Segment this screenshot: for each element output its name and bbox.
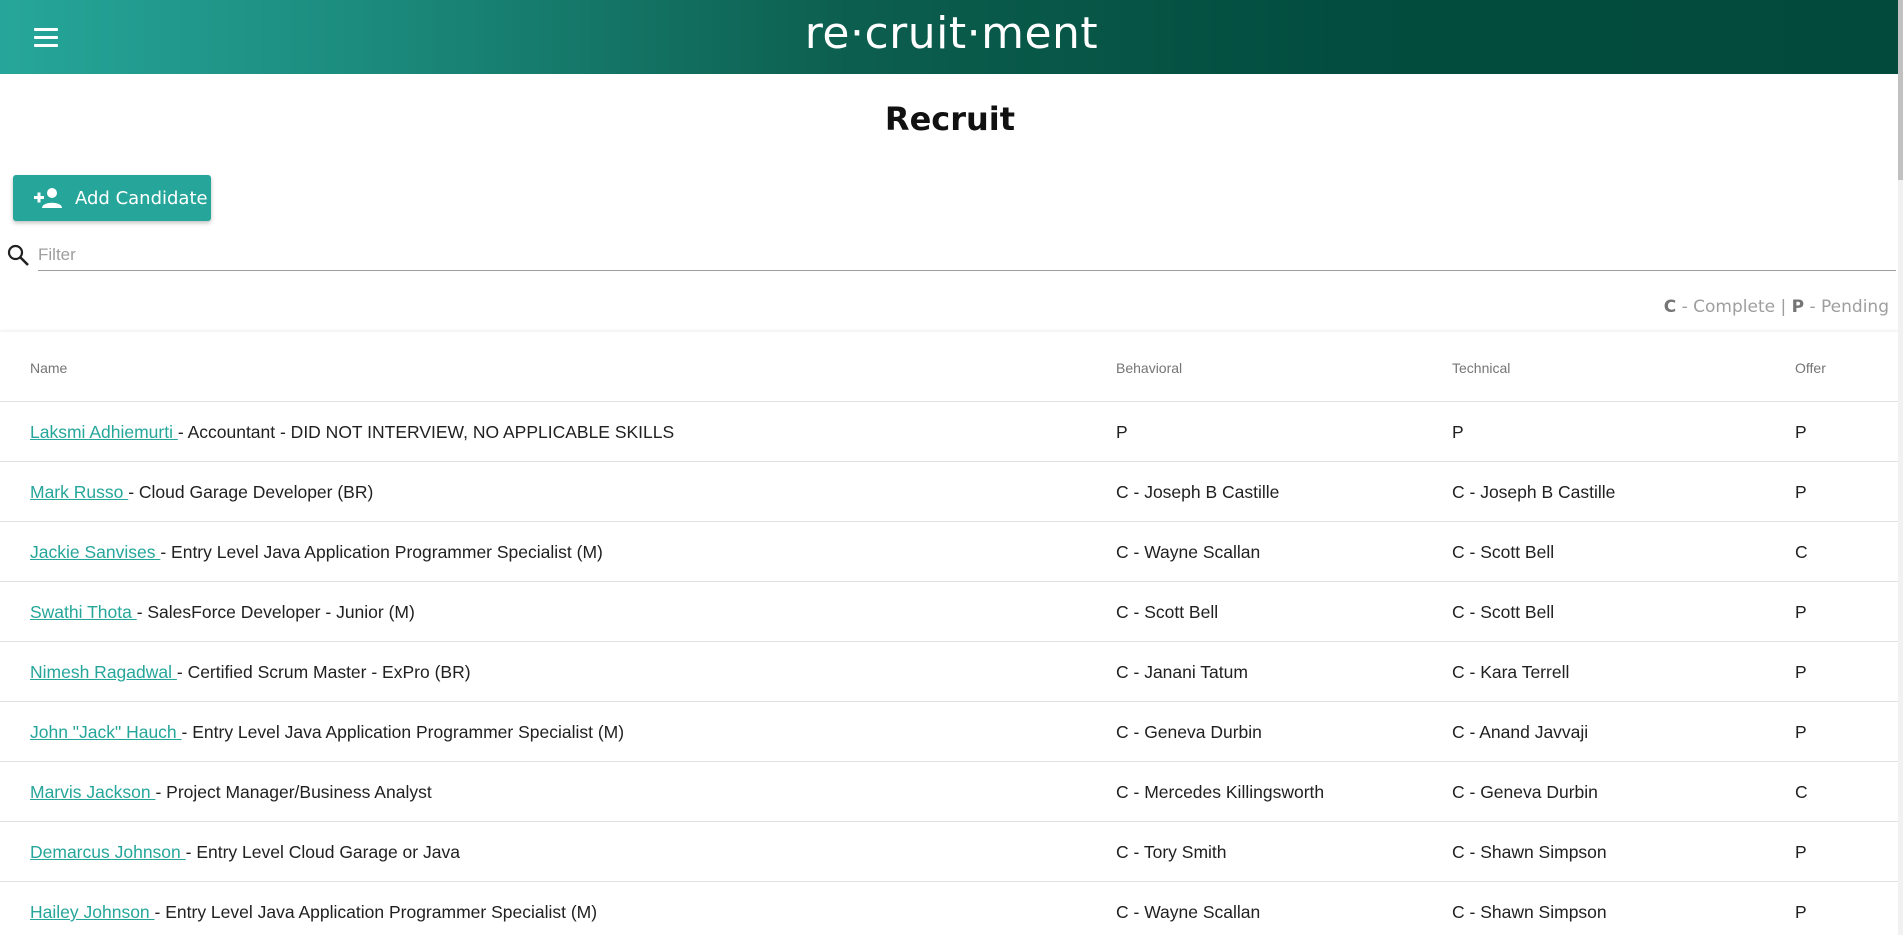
cell-behavioral: C - Scott Bell	[1116, 602, 1219, 622]
cell-technical: C - Shawn Simpson	[1452, 902, 1607, 922]
search-icon	[7, 244, 29, 266]
cell-offer: P	[1795, 722, 1807, 742]
legend-complete-key: C	[1663, 297, 1677, 317]
cell-behavioral: C - Janani Tatum	[1116, 662, 1248, 682]
add-candidate-label: Add Candidate	[75, 187, 208, 209]
candidate-role: - Certified Scrum Master - ExPro (BR)	[176, 662, 471, 682]
page-scrollbar[interactable]	[1898, 0, 1903, 935]
table-row: Marvis Jackson - Project Manager/Busines…	[0, 762, 1898, 822]
cell-name: Hailey Johnson - Entry Level Java Applic…	[30, 902, 597, 923]
cell-offer: P	[1795, 482, 1807, 502]
table-header: Name Behavioral Technical Offer	[0, 332, 1898, 402]
cell-technical: C - Joseph B Castille	[1452, 482, 1616, 502]
candidate-role: - Entry Level Cloud Garage or Java	[185, 842, 460, 862]
cell-behavioral: C - Geneva Durbin	[1116, 722, 1262, 742]
candidate-name-link[interactable]: Mark Russo	[30, 482, 128, 502]
table-row: Demarcus Johnson - Entry Level Cloud Gar…	[0, 822, 1898, 882]
cell-technical: C - Shawn Simpson	[1452, 842, 1607, 862]
candidate-role: - SalesForce Developer - Junior (M)	[136, 602, 415, 622]
cell-technical: C - Kara Terrell	[1452, 662, 1570, 682]
table-row: Nimesh Ragadwal - Certified Scrum Master…	[0, 642, 1898, 702]
cell-offer: P	[1795, 902, 1807, 922]
cell-behavioral: C - Mercedes Killingsworth	[1116, 782, 1325, 802]
cell-offer: C	[1795, 542, 1808, 562]
candidate-name-link[interactable]: Nimesh Ragadwal	[30, 662, 177, 682]
candidate-role: - Entry Level Java Application Programme…	[181, 722, 625, 742]
cell-offer: P	[1795, 662, 1807, 682]
cell-name: Jackie Sanvises - Entry Level Java Appli…	[30, 542, 603, 563]
filter-input[interactable]	[38, 240, 1896, 271]
cell-behavioral: P	[1116, 422, 1128, 442]
column-header-technical[interactable]: Technical	[1452, 360, 1510, 376]
cell-name: Demarcus Johnson - Entry Level Cloud Gar…	[30, 842, 460, 863]
candidate-role: - Entry Level Java Application Programme…	[160, 542, 603, 562]
candidate-role: - Project Manager/Business Analyst	[155, 782, 432, 802]
cell-behavioral: C - Wayne Scallan	[1116, 902, 1261, 922]
cell-name: Marvis Jackson - Project Manager/Busines…	[30, 782, 432, 803]
legend-separator: |	[1775, 297, 1792, 317]
candidate-name-link[interactable]: John "Jack" Hauch	[30, 722, 182, 742]
candidate-name-link[interactable]: Swathi Thota	[30, 602, 137, 622]
table-row: Jackie Sanvises - Entry Level Java Appli…	[0, 522, 1898, 582]
candidate-name-link[interactable]: Hailey Johnson	[30, 902, 155, 922]
cell-behavioral: C - Joseph B Castille	[1116, 482, 1280, 502]
cell-offer: C	[1795, 782, 1808, 802]
column-header-name[interactable]: Name	[30, 360, 67, 376]
column-header-behavioral[interactable]: Behavioral	[1116, 360, 1182, 376]
cell-name: John "Jack" Hauch - Entry Level Java App…	[30, 722, 624, 743]
cell-technical: C - Anand Javvaji	[1452, 722, 1589, 742]
cell-name: Laksmi Adhiemurti - Accountant - DID NOT…	[30, 422, 674, 443]
legend-pending-key: P	[1791, 297, 1805, 317]
filter-bar	[6, 240, 1896, 272]
person-add-icon	[34, 188, 62, 208]
cell-offer: P	[1795, 602, 1807, 622]
candidate-role: - Accountant - DID NOT INTERVIEW, NO APP…	[177, 422, 675, 442]
candidates-table: Name Behavioral Technical Offer Laksmi A…	[0, 332, 1898, 935]
cell-name: Mark Russo - Cloud Garage Developer (BR)	[30, 482, 373, 503]
cell-technical: P	[1452, 422, 1464, 442]
cell-behavioral: C - Wayne Scallan	[1116, 542, 1261, 562]
cell-name: Swathi Thota - SalesForce Developer - Ju…	[30, 602, 415, 623]
cell-name: Nimesh Ragadwal - Certified Scrum Master…	[30, 662, 471, 683]
candidate-role: - Entry Level Java Application Programme…	[154, 902, 598, 922]
candidate-name-link[interactable]: Marvis Jackson	[30, 782, 155, 802]
candidate-role: - Cloud Garage Developer (BR)	[128, 482, 374, 502]
cell-behavioral: C - Tory Smith	[1116, 842, 1227, 862]
table-row: Laksmi Adhiemurti - Accountant - DID NOT…	[0, 402, 1898, 462]
candidate-name-link[interactable]: Demarcus Johnson	[30, 842, 186, 862]
legend-complete-text: - Complete	[1676, 297, 1776, 317]
table-row: Swathi Thota - SalesForce Developer - Ju…	[0, 582, 1898, 642]
cell-technical: C - Scott Bell	[1452, 542, 1555, 562]
cell-technical: C - Scott Bell	[1452, 602, 1555, 622]
table-row: Mark Russo - Cloud Garage Developer (BR)…	[0, 462, 1898, 522]
status-legend: C - Complete | P - Pending	[1664, 297, 1889, 317]
scrollbar-thumb[interactable]	[1898, 0, 1903, 180]
candidate-name-link[interactable]: Jackie Sanvises	[30, 542, 160, 562]
app-logo: re·cruit·ment	[804, 8, 1099, 59]
cell-technical: C - Geneva Durbin	[1452, 782, 1598, 802]
column-header-offer[interactable]: Offer	[1795, 360, 1826, 376]
legend-pending-text: - Pending	[1804, 297, 1889, 317]
cell-offer: P	[1795, 842, 1807, 862]
candidate-name-link[interactable]: Laksmi Adhiemurti	[30, 422, 178, 442]
app-header: re·cruit·ment	[0, 0, 1903, 74]
table-row: John "Jack" Hauch - Entry Level Java App…	[0, 702, 1898, 762]
page-title: Recruit	[884, 100, 1016, 138]
cell-offer: P	[1795, 422, 1807, 442]
table-row: Hailey Johnson - Entry Level Java Applic…	[0, 882, 1898, 935]
add-candidate-button[interactable]: Add Candidate	[13, 175, 211, 221]
